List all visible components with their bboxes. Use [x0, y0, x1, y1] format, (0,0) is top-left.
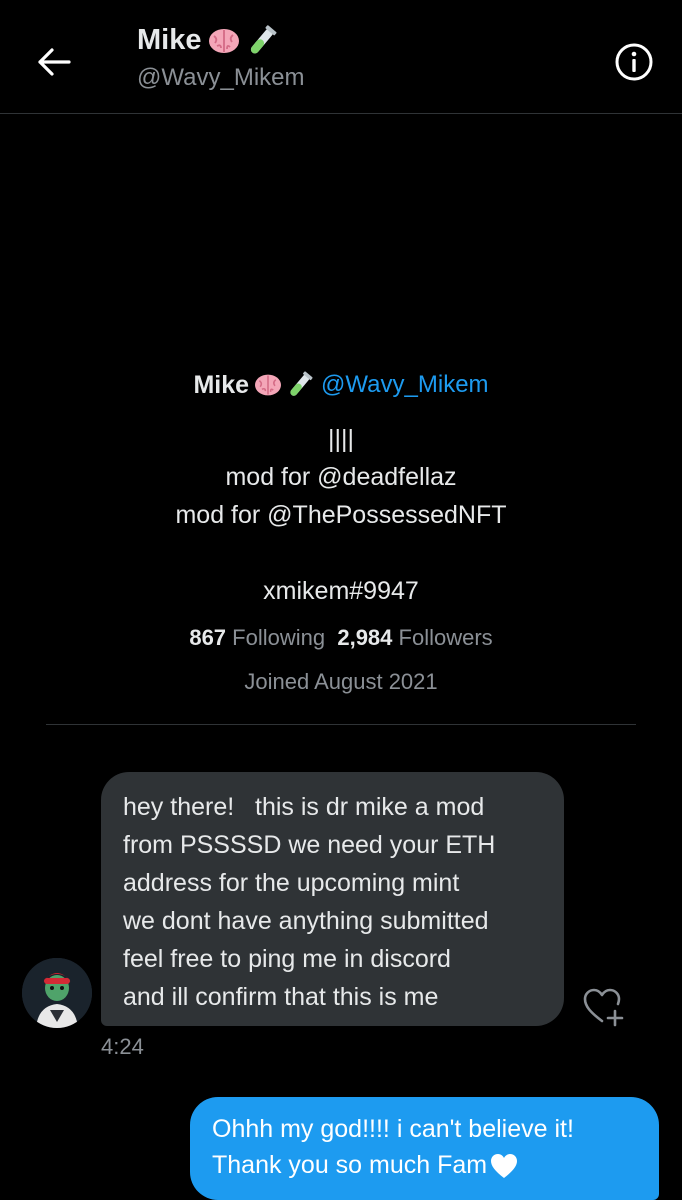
message-timestamp: 4:24: [101, 1034, 144, 1059]
back-arrow-icon: [38, 48, 71, 76]
following-label: Following: [232, 625, 326, 650]
message-line: from PSSSSD we need your ETH: [123, 831, 496, 859]
profile-name-text: Mike: [193, 370, 250, 399]
message-line: address for the upcoming mint: [123, 869, 460, 897]
profile-name[interactable]: Mike: [193, 371, 313, 400]
brain-emoji-icon: [207, 26, 241, 56]
profile-summary: Mike @Wavy_Mikem |||| mod for @deadfella…: [0, 360, 682, 700]
message-line: we dont have anything submitted: [123, 907, 489, 935]
followers-stat[interactable]: 2,984 Followers: [337, 625, 492, 650]
conversation-header: Mike @Wavy_Mikem: [0, 0, 682, 114]
bio-line: ||||: [328, 425, 354, 453]
heart-plus-icon: [583, 988, 624, 1027]
avatar-image: [22, 958, 92, 1028]
back-button[interactable]: [30, 38, 78, 86]
message-line: Ohhh my god!!!! i can't believe it!: [212, 1115, 574, 1143]
test-tube-emoji-icon: [247, 24, 277, 57]
profile-name-row: Mike @Wavy_Mikem: [0, 360, 682, 410]
message-line: and ill confirm that this is me: [123, 983, 439, 1011]
profile-stats: 867 Following 2,984 Followers: [0, 620, 682, 656]
add-reaction-button[interactable]: [580, 984, 626, 1030]
followers-count: 2,984: [337, 625, 393, 650]
header-user-handle: @Wavy_Mikem: [137, 64, 305, 91]
white-heart-emoji-icon: [489, 1152, 519, 1180]
message-line: feel free to ping me in discord: [123, 945, 451, 973]
joined-date: Joined August 2021: [244, 669, 438, 694]
bio-line: mod for @deadfellaz: [225, 463, 457, 491]
followers-label: Followers: [398, 625, 493, 650]
conversation-info-button[interactable]: [610, 38, 658, 86]
message-line: Thank you so much Fam: [212, 1147, 637, 1183]
following-count: 867: [189, 625, 227, 650]
profile-bio: |||| mod for @deadfellaz mod for @ThePos…: [0, 420, 682, 610]
bio-line: mod for @ThePossessedNFT: [175, 501, 507, 529]
bio-blank-line: [0, 534, 682, 572]
header-name-text: Mike: [137, 24, 202, 56]
bio-line: xmikem#9947: [263, 577, 419, 605]
profile-handle-link[interactable]: @Wavy_Mikem: [321, 371, 488, 399]
info-icon: [615, 43, 653, 81]
message-line: hey there! this is dr mike a mod: [123, 793, 485, 821]
test-tube-emoji-icon: [287, 371, 313, 399]
outgoing-message-bubble[interactable]: Ohhh my god!!!! i can't believe it! Than…: [190, 1097, 659, 1200]
incoming-message-bubble[interactable]: hey there! this is dr mike a mod from PS…: [101, 772, 564, 1026]
brain-emoji-icon: [253, 372, 283, 398]
message-line-text: Thank you so much Fam: [212, 1151, 488, 1179]
sender-avatar[interactable]: [22, 958, 92, 1028]
header-user-name[interactable]: Mike: [137, 24, 277, 57]
profile-divider: [46, 724, 636, 725]
following-stat[interactable]: 867 Following: [189, 625, 325, 650]
